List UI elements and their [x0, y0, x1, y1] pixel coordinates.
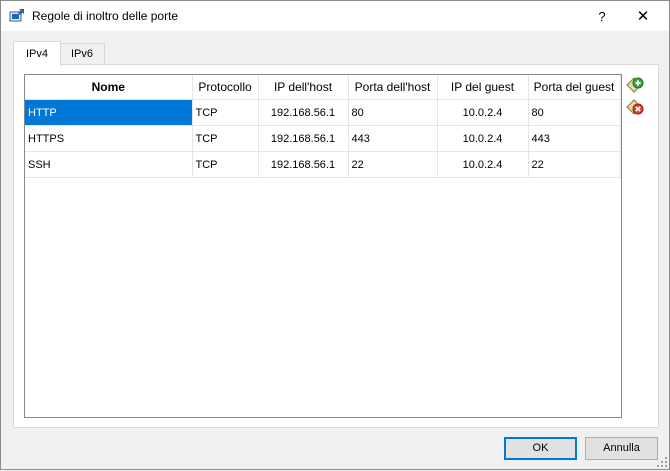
cell-name[interactable]: HTTP: [25, 99, 193, 126]
cell-protocol[interactable]: TCP: [192, 99, 259, 126]
cell-protocol[interactable]: TCP: [192, 151, 259, 178]
virtualbox-app-icon: [9, 8, 25, 24]
table-header-row: Nome Protocollo IP dell'host Porta dell'…: [25, 75, 621, 100]
table-row[interactable]: HTTPS TCP 192.168.56.1 443 10.0.2.4 443: [25, 125, 621, 152]
resize-grip-icon[interactable]: [656, 456, 668, 468]
cell-guest-ip[interactable]: 10.0.2.4: [437, 125, 529, 152]
cell-host-port[interactable]: 443: [348, 125, 438, 152]
close-button[interactable]: ✕: [623, 5, 663, 29]
cell-protocol[interactable]: TCP: [192, 125, 259, 152]
table-row[interactable]: SSH TCP 192.168.56.1 22 10.0.2.4 22: [25, 151, 621, 178]
remove-rule-button[interactable]: [626, 98, 644, 116]
cell-guest-port[interactable]: 22: [528, 151, 621, 178]
cell-guest-ip[interactable]: 10.0.2.4: [437, 99, 529, 126]
column-header-name[interactable]: Nome: [25, 75, 193, 100]
table-row[interactable]: HTTP TCP 192.168.56.1 80 10.0.2.4 80: [25, 99, 621, 126]
cell-host-ip[interactable]: 192.168.56.1: [258, 125, 349, 152]
cell-host-ip[interactable]: 192.168.56.1: [258, 151, 349, 178]
title-bar: Regole di inoltro delle porte ? ✕: [1, 1, 669, 31]
cell-name[interactable]: SSH: [25, 151, 193, 178]
rules-table[interactable]: Nome Protocollo IP dell'host Porta dell'…: [24, 74, 622, 418]
port-forwarding-dialog: Regole di inoltro delle porte ? ✕ IPv4 I…: [0, 0, 670, 470]
cell-guest-ip[interactable]: 10.0.2.4: [437, 151, 529, 178]
add-rule-icon: [626, 77, 644, 97]
tab-ipv6[interactable]: IPv6: [59, 43, 105, 65]
column-header-guest-port[interactable]: Porta del guest: [528, 75, 621, 100]
add-rule-button[interactable]: [626, 76, 644, 94]
column-header-host-ip[interactable]: IP dell'host: [258, 75, 349, 100]
cancel-button[interactable]: Annulla: [585, 437, 658, 460]
cell-host-port[interactable]: 80: [348, 99, 438, 126]
column-header-guest-ip[interactable]: IP del guest: [437, 75, 529, 100]
window-title: Regole di inoltro delle porte: [32, 9, 179, 23]
cell-guest-port[interactable]: 80: [528, 99, 621, 126]
ok-button[interactable]: OK: [504, 437, 577, 460]
column-header-host-port[interactable]: Porta dell'host: [348, 75, 438, 100]
column-header-protocol[interactable]: Protocollo: [192, 75, 259, 100]
remove-rule-icon: [626, 99, 644, 119]
help-button[interactable]: ?: [585, 5, 619, 29]
cell-guest-port[interactable]: 443: [528, 125, 621, 152]
cell-host-port[interactable]: 22: [348, 151, 438, 178]
cell-name[interactable]: HTTPS: [25, 125, 193, 152]
cell-host-ip[interactable]: 192.168.56.1: [258, 99, 349, 126]
tab-ipv4[interactable]: IPv4: [13, 41, 61, 66]
